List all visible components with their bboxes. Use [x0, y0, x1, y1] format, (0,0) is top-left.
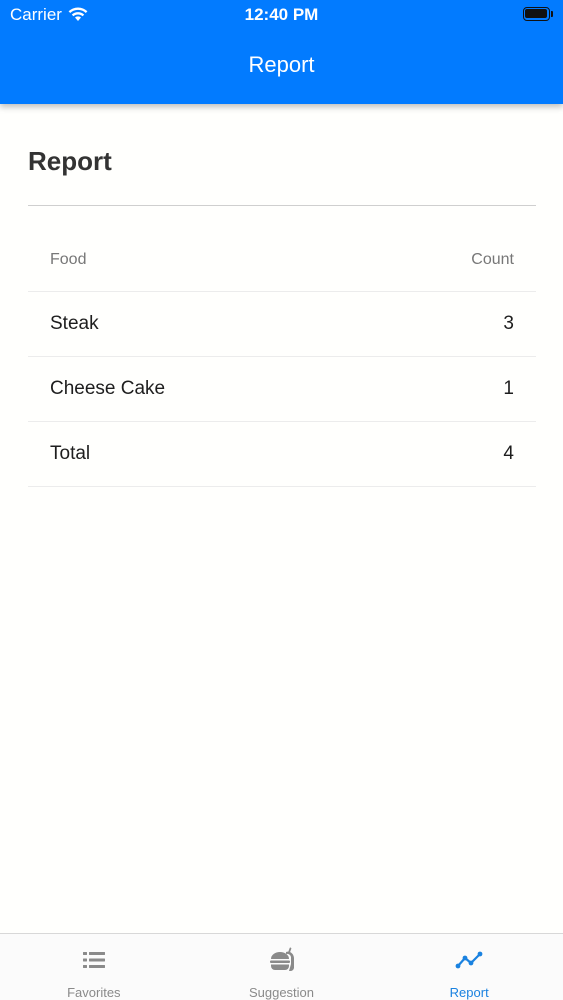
tab-label: Favorites — [67, 985, 121, 1000]
clock: 12:40 PM — [244, 5, 319, 24]
report-table: Food Count Steak 3 Cheese Cake 1 Total 4 — [28, 228, 536, 487]
tab-label: Report — [449, 985, 489, 1000]
page-title: Report — [28, 146, 112, 176]
table-header-row: Food Count — [28, 228, 536, 292]
tab-favorites[interactable]: Favorites — [0, 934, 188, 1000]
nav-title: Report — [248, 52, 315, 77]
report-content: Report Food Count Steak 3 Cheese Cake 1 … — [28, 104, 536, 487]
count-cell: 4 — [503, 443, 514, 464]
count-cell: 3 — [503, 313, 514, 334]
food-icon — [269, 947, 294, 972]
table-row-total: Total 4 — [28, 422, 536, 487]
line-chart-icon — [455, 951, 483, 969]
app: Carrier 12:40 PM Report Report Food Coun… — [0, 0, 563, 1000]
battery-icon — [523, 7, 553, 21]
divider — [28, 205, 536, 206]
tab-suggestion[interactable]: Suggestion — [188, 934, 376, 1000]
column-header-count: Count — [471, 250, 514, 268]
tab-report[interactable]: Report — [375, 934, 563, 1000]
food-cell: Cheese Cake — [50, 378, 166, 399]
list-icon — [82, 952, 105, 968]
table-row: Steak 3 — [28, 292, 536, 357]
status-bar: Carrier 12:40 PM — [0, 0, 563, 30]
food-cell: Total — [50, 443, 91, 464]
table-row: Cheese Cake 1 — [28, 357, 536, 422]
count-cell: 1 — [503, 378, 514, 399]
column-header-food: Food — [50, 250, 87, 268]
tab-bar: Favorites Suggestion Report — [0, 933, 563, 1000]
navigation-header: Carrier 12:40 PM Report — [0, 0, 563, 104]
food-cell: Steak — [50, 313, 99, 334]
tab-label: Suggestion — [248, 985, 315, 1000]
